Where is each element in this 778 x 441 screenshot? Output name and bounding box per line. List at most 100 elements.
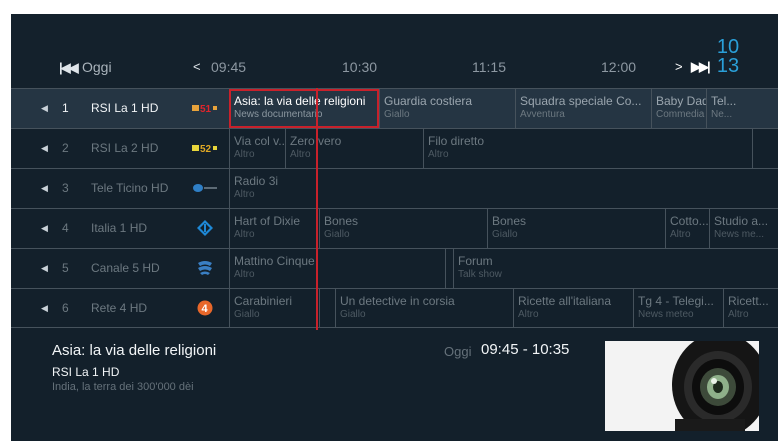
rsi-la2-logo-icon: 52 [192, 140, 218, 156]
program-cell[interactable]: Radio 3i Altro [229, 169, 778, 208]
channel-row: ◀ 4 Italia 1 HD Hart of Dixie Altro Bone… [11, 208, 778, 248]
day-label: Oggi [82, 59, 112, 75]
program-genre: Giallo [324, 229, 350, 240]
channel-name: RSI La 1 HD [91, 101, 159, 115]
program-genre: News meteo [638, 309, 694, 320]
camera-lens-image [605, 341, 759, 431]
channel-header[interactable]: ◀ 3 Tele Ticino HD [11, 169, 229, 208]
program-cell[interactable]: Guardia costiera Giallo [379, 89, 515, 128]
program-title: Ricett... [728, 294, 769, 308]
program-title: Via col v... [234, 134, 285, 148]
rsi-la1-logo-icon: 51 [192, 100, 218, 116]
channel-arrow-icon[interactable]: ◀ [41, 183, 48, 194]
channel-number: 5 [62, 261, 69, 275]
previous-time-button[interactable]: < [193, 59, 201, 74]
channel-header[interactable]: ◀ 6 Rete 4 HD 4 [11, 289, 229, 328]
program-genre: Giallo [492, 229, 518, 240]
date-indicator: 10 13 [711, 37, 745, 76]
program-cell[interactable]: Baby Daddy Commedia [651, 89, 706, 128]
channel-name: Tele Ticino HD [91, 181, 169, 195]
info-description: India, la terra dei 300'000 dèi [52, 381, 194, 393]
timeline-tick: 11:15 [472, 59, 506, 75]
program-cell[interactable]: Ricett... Altro [723, 289, 778, 328]
program-cell[interactable]: Zero vero Altro [285, 129, 423, 168]
info-time-range: 09:45 - 10:35 [481, 341, 570, 358]
teleticino-logo-icon [192, 180, 218, 196]
program-title: Forum [458, 254, 493, 268]
program-cell[interactable]: Studio a... News me... [709, 209, 778, 248]
svg-text:52: 52 [200, 144, 212, 154]
program-cell[interactable] [445, 249, 453, 288]
program-cell[interactable]: Mattino Cinque Altro [229, 249, 445, 288]
channel-header[interactable]: ◀ 1 RSI La 1 HD 51 [11, 89, 229, 128]
program-title: Bones [324, 214, 359, 228]
program-cell[interactable]: Un detective in corsia Giallo [335, 289, 513, 328]
program-cell-focused[interactable]: Asia: la via delle religioni News docume… [229, 89, 379, 128]
program-cell[interactable]: Tel... Ne... [706, 89, 778, 128]
program-genre: Ne... [711, 109, 733, 120]
program-cell[interactable]: Hart of Dixie Altro [229, 209, 319, 248]
program-genre: Altro [428, 149, 449, 160]
program-title: Mattino Cinque [234, 254, 315, 268]
program-cell[interactable]: Squadra speciale Co... Avventura [515, 89, 651, 128]
channel-header[interactable]: ◀ 2 RSI La 2 HD 52 [11, 129, 229, 168]
program-title: Cotto... [670, 214, 709, 228]
jump-to-end-button[interactable]: ▶▶| [691, 59, 711, 75]
program-cell[interactable]: Bones Giallo [487, 209, 665, 248]
guide-header: |◀◀ Oggi < 09:45 10:30 11:15 12:00 > ▶▶|… [11, 14, 778, 88]
timeline-tick: 10:30 [342, 59, 378, 75]
info-program-title: Asia: la via delle religioni [52, 342, 217, 359]
channel-name: Rete 4 HD [91, 301, 148, 315]
program-genre: Altro [234, 269, 255, 280]
program-genre: Avventura [520, 109, 565, 120]
program-title: Tel... [711, 94, 737, 108]
program-genre: Talk show [458, 269, 502, 280]
channel-row: ◀ 1 RSI La 1 HD 51 Asia: la via delle re… [11, 88, 778, 128]
program-genre: Altro [518, 309, 539, 320]
program-cell[interactable]: Forum Talk show [453, 249, 778, 288]
program-cell[interactable]: Carabinieri Giallo [229, 289, 319, 328]
channel-arrow-icon[interactable]: ◀ [41, 303, 48, 314]
channel-row: ◀ 5 Canale 5 HD Mattino Cinque Altro For… [11, 248, 778, 288]
svg-text:4: 4 [202, 303, 209, 315]
program-title: Un detective in corsia [340, 294, 455, 308]
program-cell[interactable]: Bones Giallo [319, 209, 487, 248]
channel-arrow-icon[interactable]: ◀ [41, 223, 48, 234]
channel-row: ◀ 3 Tele Ticino HD Radio 3i Altro [11, 168, 778, 208]
program-title: Squadra speciale Co... [520, 94, 642, 108]
program-title: Zero vero [290, 134, 342, 148]
channel-name: Canale 5 HD [91, 261, 160, 275]
channel-arrow-icon[interactable]: ◀ [41, 103, 48, 114]
program-cell[interactable]: Filo diretto Altro [423, 129, 752, 168]
channel-header[interactable]: ◀ 5 Canale 5 HD [11, 249, 229, 288]
epg-grid: ◀ 1 RSI La 1 HD 51 Asia: la via delle re… [11, 88, 778, 330]
program-cell[interactable]: Tg 4 - Telegi... News meteo [633, 289, 723, 328]
channel-arrow-icon[interactable]: ◀ [41, 263, 48, 274]
program-cell[interactable] [319, 289, 335, 328]
channel-number: 2 [62, 141, 69, 155]
program-genre: Commedia [656, 109, 705, 120]
current-time-line [316, 88, 318, 330]
program-cell[interactable]: Cotto... Altro [665, 209, 709, 248]
channel-name: RSI La 2 HD [91, 141, 159, 155]
italia1-logo-icon [192, 220, 218, 236]
program-cell[interactable]: Ricette all'italiana Altro [513, 289, 633, 328]
program-genre: News documentario [234, 109, 323, 120]
channel-arrow-icon[interactable]: ◀ [41, 143, 48, 154]
program-genre: Altro [290, 149, 311, 160]
program-genre: News me... [714, 229, 765, 240]
channel-row: ◀ 6 Rete 4 HD 4 Carabinieri Giallo Un de… [11, 288, 778, 328]
rete4-logo-icon: 4 [192, 300, 218, 316]
info-channel-name: RSI La 1 HD [52, 365, 120, 379]
channel-header[interactable]: ◀ 4 Italia 1 HD [11, 209, 229, 248]
next-time-button[interactable]: > [675, 59, 683, 74]
program-genre: Giallo [384, 109, 410, 120]
program-cell[interactable]: Via col v... Altro [229, 129, 285, 168]
program-title: Asia: la via delle religioni [234, 94, 366, 108]
jump-to-start-button[interactable]: |◀◀ [59, 60, 79, 76]
program-title: Hart of Dixie [234, 214, 301, 228]
program-genre: Altro [234, 229, 255, 240]
program-cell[interactable] [752, 129, 778, 168]
program-genre: Altro [728, 309, 749, 320]
info-day: Oggi [444, 344, 472, 359]
